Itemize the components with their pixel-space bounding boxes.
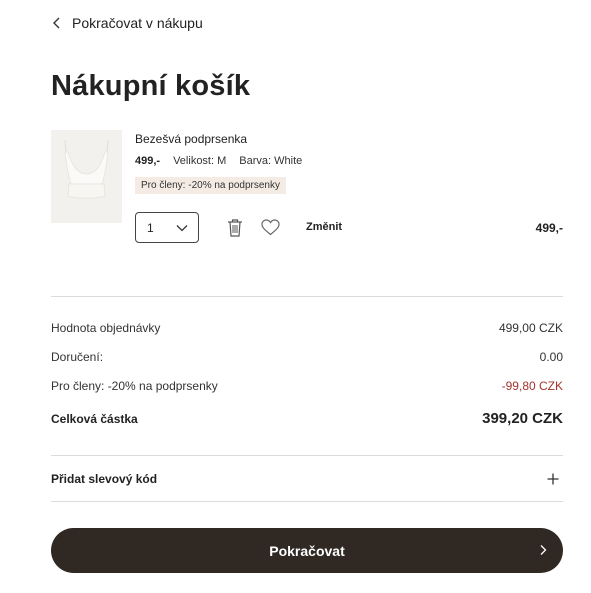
delivery-amount: 0.00 (539, 350, 563, 364)
heart-icon[interactable] (261, 219, 280, 236)
size-value: M (217, 155, 227, 167)
plus-icon (547, 473, 559, 485)
chevron-right-icon (540, 545, 547, 555)
chevron-down-icon (176, 224, 188, 231)
size-info: Velikost: M (173, 155, 226, 167)
divider (51, 296, 563, 297)
member-promo-badge: Pro členy: -20% na podprsenky (135, 177, 286, 194)
member-discount-row: Pro členy: -20% na podprsenky -99,80 CZK (51, 379, 563, 393)
total-amount: 399,20 CZK (482, 410, 563, 427)
delivery-label: Doručení: (51, 350, 104, 364)
back-to-shopping-link[interactable]: Pokračovat v nákupu (52, 13, 203, 33)
total-label: Celková částka (51, 411, 138, 426)
quantity-value: 1 (147, 220, 154, 235)
member-discount-label: Pro členy: -20% na podprsenky (51, 379, 218, 393)
change-item-button[interactable]: Změnit (306, 221, 342, 233)
chevron-left-icon (53, 17, 60, 29)
order-value-label: Hodnota objednávky (51, 321, 161, 335)
quantity-select[interactable]: 1 (135, 212, 199, 243)
add-discount-code-toggle[interactable]: Přidat slevový kód (51, 468, 563, 490)
trash-icon[interactable] (227, 218, 243, 237)
member-discount-amount: -99,80 CZK (501, 379, 563, 393)
divider (51, 501, 563, 502)
line-total: 499,- (535, 221, 563, 235)
continue-button-label: Pokračovat (269, 542, 345, 559)
color-info: Barva: White (239, 155, 302, 167)
delivery-row: Doručení: 0.00 (51, 350, 563, 364)
product-thumbnail[interactable] (51, 130, 122, 223)
color-label: Barva: (239, 155, 272, 167)
order-value-row: Hodnota objednávky 499,00 CZK (51, 321, 563, 335)
product-meta: 499,- Velikost: M Barva: White (135, 155, 302, 167)
order-value-amount: 499,00 CZK (498, 321, 563, 335)
product-name[interactable]: Bezešvá podprsenka (135, 132, 247, 146)
total-row: Celková částka 399,20 CZK (51, 410, 563, 427)
divider (51, 455, 563, 456)
discount-code-label: Přidat slevový kód (51, 472, 158, 486)
product-price: 499,- (135, 155, 161, 167)
continue-button[interactable]: Pokračovat (51, 528, 563, 573)
back-link-label: Pokračovat v nákupu (72, 15, 203, 31)
color-value: White (274, 155, 303, 167)
page-title: Nákupní košík (51, 70, 251, 102)
size-label: Velikost: (173, 155, 215, 167)
